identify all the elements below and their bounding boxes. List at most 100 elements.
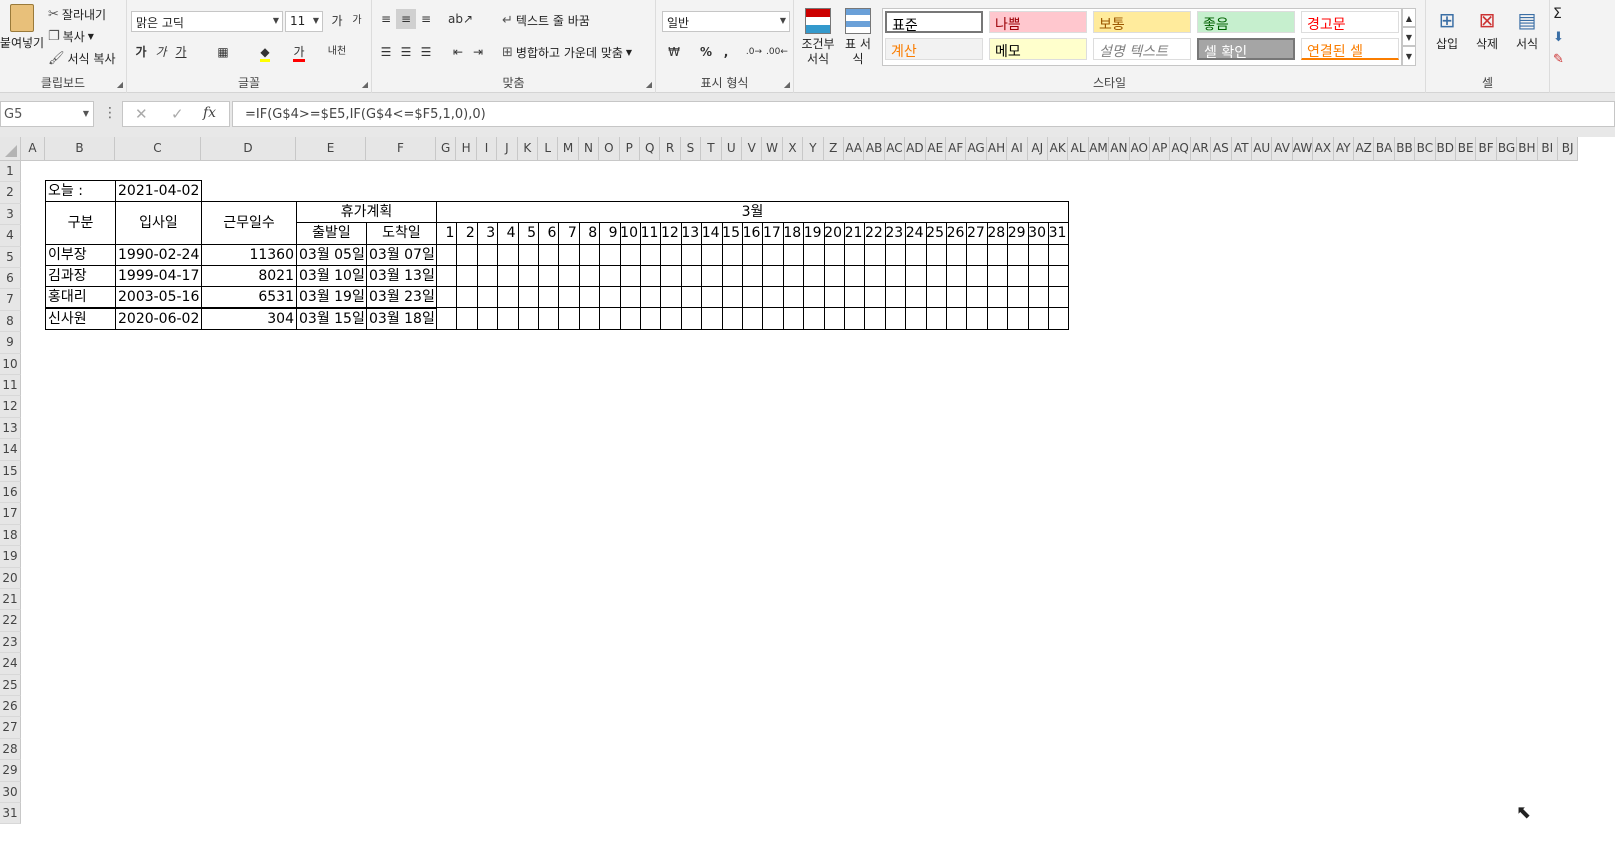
day-header-cell[interactable]: 24 bbox=[905, 222, 927, 245]
align-middle-button[interactable]: ≡ bbox=[396, 9, 416, 29]
calendar-cell[interactable] bbox=[803, 308, 825, 330]
column-header-bf[interactable]: BF bbox=[1476, 137, 1497, 161]
gallery-scroll-up[interactable]: ▲ bbox=[1402, 8, 1416, 27]
wrap-text-button[interactable]: ↵ 텍스트 줄 바꿈 bbox=[502, 12, 590, 29]
comma-button[interactable]: , bbox=[716, 42, 736, 62]
calendar-cell[interactable] bbox=[476, 286, 499, 308]
calendar-cell[interactable] bbox=[742, 286, 764, 308]
join-date-cell[interactable]: 1990-02-24 bbox=[115, 244, 202, 266]
calendar-cell[interactable] bbox=[1007, 244, 1029, 266]
calendar-cell[interactable] bbox=[701, 265, 723, 287]
column-header-f[interactable]: F bbox=[366, 137, 436, 161]
day-header-cell[interactable]: 11 bbox=[640, 222, 662, 245]
cell-style-1[interactable]: 표준 bbox=[885, 11, 983, 33]
header-work-days[interactable]: 근무일수 bbox=[201, 201, 297, 245]
calendar-cell[interactable] bbox=[986, 286, 1009, 308]
calendar-cell[interactable] bbox=[497, 308, 519, 330]
calendar-cell[interactable] bbox=[925, 265, 947, 287]
cell-style-3[interactable]: 보통 bbox=[1093, 11, 1191, 33]
calendar-cell[interactable] bbox=[762, 244, 784, 266]
calendar-cell[interactable] bbox=[1027, 308, 1049, 330]
day-header-cell[interactable]: 28 bbox=[986, 222, 1009, 245]
column-header-e[interactable]: E bbox=[296, 137, 366, 161]
row-header-22[interactable]: 22 bbox=[0, 610, 21, 632]
column-header-bb[interactable]: BB bbox=[1394, 137, 1416, 161]
arrive-date-cell[interactable]: 03월 07일 bbox=[366, 244, 437, 266]
row-header-2[interactable]: 2 bbox=[0, 182, 21, 204]
bold-button[interactable]: 가 bbox=[131, 42, 151, 62]
calendar-cell[interactable] bbox=[925, 286, 947, 308]
day-header-cell[interactable]: 30 bbox=[1027, 222, 1049, 245]
calendar-cell[interactable] bbox=[456, 265, 478, 287]
calendar-cell[interactable] bbox=[1007, 308, 1029, 330]
increase-decimal-button[interactable]: .0→ bbox=[744, 42, 764, 62]
day-header-cell[interactable]: 1 bbox=[436, 222, 458, 245]
calendar-cell[interactable] bbox=[884, 244, 907, 266]
calendar-cell[interactable] bbox=[680, 286, 703, 308]
column-header-z[interactable]: Z bbox=[823, 137, 844, 161]
column-header-be[interactable]: BE bbox=[1456, 137, 1477, 161]
calendar-cell[interactable] bbox=[762, 286, 784, 308]
column-header-m[interactable]: M bbox=[558, 137, 579, 161]
column-header-bd[interactable]: BD bbox=[1435, 137, 1456, 161]
calendar-cell[interactable] bbox=[844, 265, 866, 287]
column-header-i[interactable]: I bbox=[476, 137, 498, 161]
day-header-cell[interactable]: 22 bbox=[864, 222, 886, 245]
delete-button[interactable]: ⊠ 삭제 bbox=[1470, 8, 1504, 52]
column-header-s[interactable]: S bbox=[680, 137, 702, 161]
calendar-cell[interactable] bbox=[436, 265, 458, 287]
calendar-cell[interactable] bbox=[884, 308, 907, 330]
column-header-y[interactable]: Y bbox=[803, 137, 824, 161]
conditional-format-button[interactable]: 조건부 서식 bbox=[800, 8, 836, 67]
day-header-cell[interactable]: 3 bbox=[476, 222, 499, 245]
calendar-cell[interactable] bbox=[925, 308, 947, 330]
header-category[interactable]: 구분 bbox=[45, 201, 116, 245]
calendar-cell[interactable] bbox=[538, 244, 560, 266]
day-header-cell[interactable]: 17 bbox=[762, 222, 784, 245]
column-header-av[interactable]: AV bbox=[1272, 137, 1293, 161]
calendar-cell[interactable] bbox=[884, 286, 907, 308]
column-header-ae[interactable]: AE bbox=[925, 137, 946, 161]
row-header-27[interactable]: 27 bbox=[0, 717, 21, 739]
calendar-cell[interactable] bbox=[1007, 265, 1029, 287]
name-box[interactable]: G5 ▼ bbox=[0, 101, 94, 127]
column-header-a[interactable]: A bbox=[21, 137, 45, 161]
column-header-bh[interactable]: BH bbox=[1517, 137, 1538, 161]
column-header-u[interactable]: U bbox=[721, 137, 742, 161]
calendar-cell[interactable] bbox=[803, 286, 825, 308]
calendar-cell[interactable] bbox=[680, 308, 703, 330]
row-header-13[interactable]: 13 bbox=[0, 417, 21, 440]
header-arrive-date[interactable]: 도착일 bbox=[366, 222, 437, 245]
cell-style-2[interactable]: 나쁨 bbox=[989, 11, 1087, 33]
calendar-cell[interactable] bbox=[619, 265, 641, 287]
format-painter-button[interactable]: 🖌 서식 복사 bbox=[48, 50, 116, 67]
row-header-1[interactable]: 1 bbox=[0, 161, 21, 183]
column-header-ad[interactable]: AD bbox=[905, 137, 926, 161]
work-days-cell[interactable]: 11360 bbox=[201, 244, 297, 266]
calendar-cell[interactable] bbox=[946, 308, 968, 330]
employee-name-cell[interactable]: 김과장 bbox=[45, 265, 116, 287]
column-header-af[interactable]: AF bbox=[946, 137, 967, 161]
phonetic-button[interactable]: 내천 bbox=[327, 42, 347, 62]
calendar-cell[interactable] bbox=[782, 308, 805, 330]
column-header-b[interactable]: B bbox=[45, 137, 115, 161]
column-header-t[interactable]: T bbox=[701, 137, 722, 161]
day-header-cell[interactable]: 29 bbox=[1007, 222, 1029, 245]
day-header-cell[interactable]: 8 bbox=[578, 222, 601, 245]
percent-button[interactable]: % bbox=[696, 42, 716, 62]
depart-date-cell[interactable]: 03월 15일 bbox=[296, 308, 367, 330]
day-header-cell[interactable]: 12 bbox=[660, 222, 682, 245]
column-header-au[interactable]: AU bbox=[1252, 137, 1273, 161]
column-header-h[interactable]: H bbox=[456, 137, 477, 161]
calendar-cell[interactable] bbox=[456, 244, 478, 266]
calendar-cell[interactable] bbox=[721, 308, 743, 330]
calendar-cell[interactable] bbox=[558, 244, 580, 266]
calendar-cell[interactable] bbox=[680, 265, 703, 287]
calendar-cell[interactable] bbox=[762, 308, 784, 330]
column-header-v[interactable]: V bbox=[742, 137, 763, 161]
cell-style-10[interactable]: 연결된 셀 bbox=[1301, 38, 1399, 60]
calendar-cell[interactable] bbox=[640, 286, 662, 308]
calendar-cell[interactable] bbox=[742, 308, 764, 330]
calendar-cell[interactable] bbox=[823, 265, 845, 287]
calendar-cell[interactable] bbox=[986, 244, 1009, 266]
